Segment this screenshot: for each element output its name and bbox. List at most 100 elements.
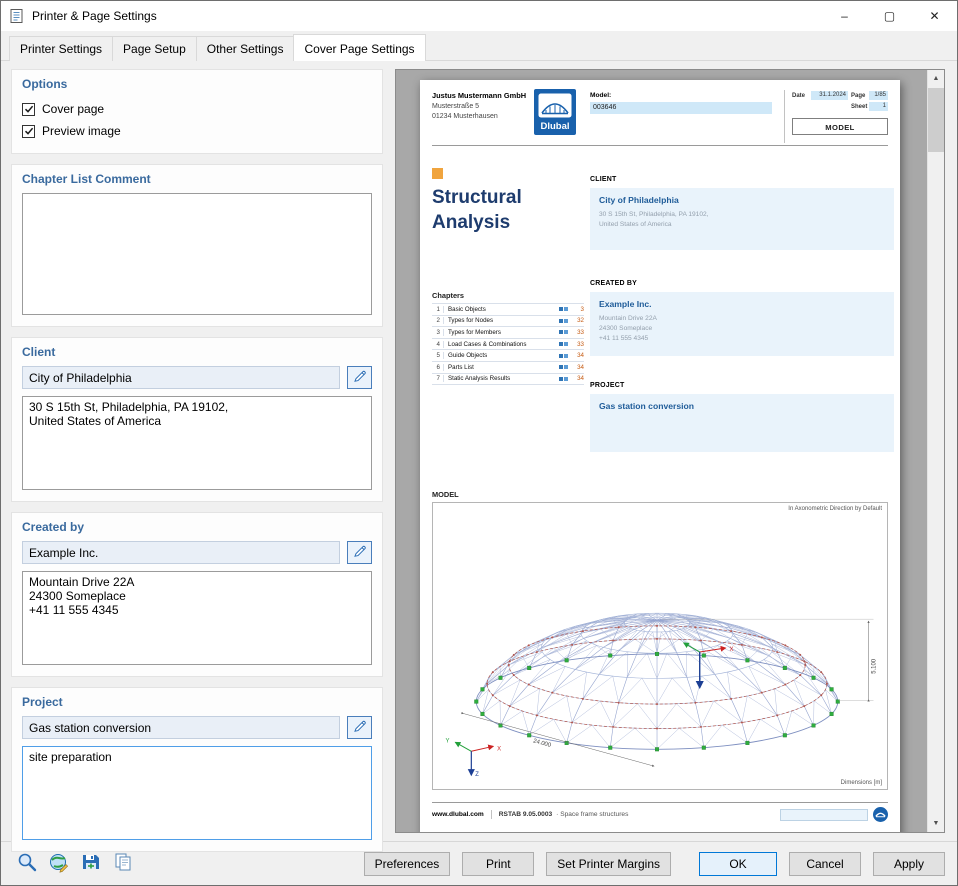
- settings-panel: Options Cover page Preview image Chapter…: [1, 61, 391, 852]
- company-street: Musterstraße 5: [432, 102, 480, 110]
- y-axis-label: Y: [446, 738, 450, 744]
- dlubal-logo: Dlubal: [534, 89, 576, 135]
- apply-button[interactable]: Apply: [873, 851, 945, 876]
- dialog-icon: [9, 8, 25, 24]
- pencil-icon: [353, 719, 367, 736]
- chapter-page: 33: [577, 328, 584, 336]
- model-label: Model:: [590, 92, 612, 99]
- chapter-comment-textarea[interactable]: [22, 193, 372, 315]
- origin-axes: X Y Z: [446, 738, 502, 778]
- set-printer-margins-button[interactable]: Set Printer Margins: [546, 851, 671, 876]
- table-icon: [559, 342, 570, 347]
- client-section-heading: CLIENT: [590, 176, 617, 183]
- print-button[interactable]: Print: [462, 851, 535, 876]
- cover-page-checkbox-label: Cover page: [42, 102, 105, 116]
- save-defaults-button[interactable]: [77, 851, 104, 877]
- model-annotations: 24.000 5.100 X Y Z X: [446, 618, 877, 778]
- chapter-number: 3: [436, 328, 440, 336]
- dialog-buttons: Preferences Print Set Printer Margins OK…: [363, 851, 945, 876]
- scroll-up-button[interactable]: ▲: [928, 70, 944, 87]
- maximize-button[interactable]: ▢: [867, 1, 912, 31]
- created-by-group-title: Created by: [22, 520, 85, 534]
- created-by-section-heading: CREATED BY: [590, 280, 637, 287]
- tab-printer-settings[interactable]: Printer Settings: [9, 36, 114, 61]
- date-value: 31.1.2024: [811, 91, 848, 100]
- client-address-textarea[interactable]: 30 S 15th St, Philadelphia, PA 19102, Un…: [22, 396, 372, 490]
- maximize-icon: ▢: [883, 9, 896, 23]
- magnifier-icon: [16, 851, 38, 876]
- chapter-title: Parts List: [443, 363, 559, 371]
- chapter-row: 3 Types for Members 33: [432, 327, 584, 339]
- preferences-button[interactable]: Preferences: [363, 851, 451, 876]
- footer-version: RSTAB 9.05.0003: [498, 811, 553, 818]
- project-info-box: Gas station conversion: [590, 394, 894, 452]
- tab-cover-page-settings[interactable]: Cover Page Settings: [293, 34, 426, 61]
- report-title: Structural Analysis: [432, 187, 522, 233]
- title-bar: Printer & Page Settings – ▢ ✕: [1, 1, 957, 31]
- edit-client-button[interactable]: [347, 366, 372, 389]
- view-direction-note: In Axonometric Direction by Default: [788, 506, 882, 512]
- chapter-title: Guide Objects: [443, 352, 559, 360]
- tab-bar: Printer Settings Page Setup Other Settin…: [1, 31, 957, 61]
- client-name-input[interactable]: [22, 366, 340, 389]
- chapter-page: 34: [577, 352, 584, 360]
- created-by-name-input[interactable]: [22, 541, 340, 564]
- close-icon: ✕: [929, 9, 940, 23]
- table-icon: [559, 318, 570, 323]
- model-number: 003646: [590, 102, 772, 114]
- copy-settings-button[interactable]: [109, 851, 136, 877]
- cancel-button[interactable]: Cancel: [789, 851, 861, 876]
- minimize-button[interactable]: –: [822, 1, 867, 31]
- scroll-down-button[interactable]: ▼: [928, 815, 944, 832]
- globe-pencil-icon: [48, 851, 70, 876]
- client-info-address: 30 S 15th St, Philadelphia, PA 19102, Un…: [599, 211, 709, 228]
- edit-created-by-button[interactable]: [347, 541, 372, 564]
- pencil-icon: [353, 369, 367, 386]
- model-3d-view: 24.000 5.100 X Y Z X In Axonometric Dire…: [432, 502, 888, 790]
- created-by-address-textarea[interactable]: Mountain Drive 22A 24300 Someplace +41 1…: [22, 571, 372, 665]
- tab-page-setup[interactable]: Page Setup: [112, 36, 197, 61]
- preview-image-checkbox[interactable]: Preview image: [22, 120, 372, 142]
- ok-button[interactable]: OK: [699, 851, 777, 876]
- options-group-title: Options: [22, 77, 68, 91]
- created-by-info-box: Example Inc. Mountain Drive 22A 24300 So…: [590, 292, 894, 356]
- height-dimension: 5.100: [871, 658, 877, 674]
- scrollbar-thumb[interactable]: [928, 88, 944, 152]
- units-settings-button[interactable]: [45, 851, 72, 877]
- sheet-value: 1: [869, 102, 888, 111]
- center-axes: X: [682, 642, 734, 690]
- chapter-row: 1 Basic Objects 3: [432, 304, 584, 316]
- cover-page-checkbox[interactable]: Cover page: [22, 98, 372, 120]
- dimensions-unit-note: Dimensions [m]: [840, 780, 882, 786]
- company-city: 01234 Musterhausen: [432, 112, 498, 120]
- project-section-heading: PROJECT: [590, 382, 625, 389]
- chapter-row: 5 Guide Objects 34: [432, 350, 584, 362]
- save-disk-icon: [80, 851, 102, 876]
- header-divider: [784, 90, 785, 143]
- project-group: Project site preparation: [11, 687, 383, 852]
- edit-project-button[interactable]: [347, 716, 372, 739]
- page-header: Justus Mustermann GmbH Musterstraße 5 01…: [432, 88, 888, 146]
- dlubal-round-logo: [873, 807, 888, 822]
- chapter-title: Static Analysis Results: [443, 375, 559, 383]
- window-title: Printer & Page Settings: [32, 9, 157, 23]
- options-group: Options Cover page Preview image: [11, 69, 383, 154]
- preview-image-checkbox-label: Preview image: [42, 124, 121, 138]
- doc-type-box: MODEL: [792, 118, 888, 135]
- chapter-number: 1: [436, 305, 440, 313]
- close-button[interactable]: ✕: [912, 1, 957, 31]
- table-icon: [559, 365, 570, 370]
- project-group-title: Project: [22, 695, 63, 709]
- project-name-input[interactable]: [22, 716, 340, 739]
- find-settings-button[interactable]: [13, 851, 40, 877]
- window-controls: – ▢ ✕: [822, 1, 957, 31]
- project-comment-textarea[interactable]: site preparation: [22, 746, 372, 840]
- chapter-row: 6 Parts List 34: [432, 362, 584, 374]
- pencil-icon: [353, 544, 367, 561]
- chapter-row: 2 Types for Nodes 32: [432, 316, 584, 328]
- tab-other-settings[interactable]: Other Settings: [195, 36, 295, 61]
- chapter-number: 6: [436, 363, 440, 371]
- x-axis-label: X: [730, 647, 734, 653]
- svg-text:Dlubal: Dlubal: [540, 121, 569, 132]
- client-group: Client 30 S 15th St, Philadelphia, PA 19…: [11, 337, 383, 502]
